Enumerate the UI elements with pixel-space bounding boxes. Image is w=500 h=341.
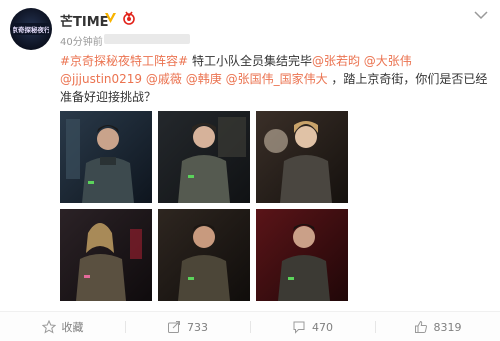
post-text-segment: 特工小队全员集结完毕 — [188, 54, 312, 68]
show-logo-image: 京奇探秘夜行 — [13, 23, 49, 35]
source-blurred — [104, 34, 190, 44]
avatar[interactable]: 京奇探秘夜行 — [10, 8, 52, 50]
mention-link[interactable]: @张国伟_国家伟大 — [226, 72, 328, 86]
comment-button[interactable]: 470 — [250, 312, 375, 341]
photo-tile[interactable] — [60, 111, 152, 203]
svg-text:京奇探秘夜行: 京奇探秘夜行 — [13, 25, 49, 34]
mention-link[interactable]: @大张伟 — [364, 54, 412, 68]
medal-badge-icon[interactable] — [121, 10, 137, 26]
repost-count: 733 — [187, 320, 208, 334]
like-count: 8319 — [433, 320, 462, 334]
star-icon — [41, 320, 56, 334]
photo-tile[interactable] — [60, 209, 152, 301]
post-text: #京奇探秘夜特工阵容# 特工小队全员集结完毕@张若昀 @大张伟 @jjjusti… — [60, 52, 490, 106]
photo-tile[interactable] — [256, 209, 348, 301]
repost-button[interactable]: 733 — [125, 312, 250, 341]
favorite-button[interactable]: 收藏 — [0, 312, 125, 341]
photo-tile[interactable] — [158, 111, 250, 203]
action-bar: 收藏 733 470 8319 — [0, 311, 500, 341]
mention-link[interactable]: @戚薇 — [146, 72, 182, 86]
favorite-label: 收藏 — [61, 321, 84, 334]
chevron-down-icon[interactable] — [474, 10, 488, 20]
hashtag-link[interactable]: #京奇探秘夜特工阵容# — [60, 54, 188, 68]
mention-link[interactable]: @jjjustin0219 — [60, 72, 142, 86]
comment-count: 470 — [312, 320, 333, 334]
mention-link[interactable]: @韩庚 — [186, 72, 222, 86]
thumbs-up-icon — [414, 320, 427, 333]
weibo-post-card: 京奇探秘夜行 芒TIME 40分钟前 #京奇探秘夜特工阵容# 特工小队全员集结完… — [0, 0, 500, 341]
comment-icon — [293, 321, 305, 334]
timestamp[interactable]: 40分钟前 — [60, 33, 103, 48]
like-button[interactable]: 8319 — [375, 312, 500, 341]
share-icon — [168, 321, 180, 333]
photo-tile[interactable] — [158, 209, 250, 301]
mention-link[interactable]: @张若昀 — [312, 54, 360, 68]
verified-v-icon — [105, 13, 116, 23]
username[interactable]: 芒TIME — [60, 11, 109, 30]
photo-tile[interactable] — [256, 111, 348, 203]
